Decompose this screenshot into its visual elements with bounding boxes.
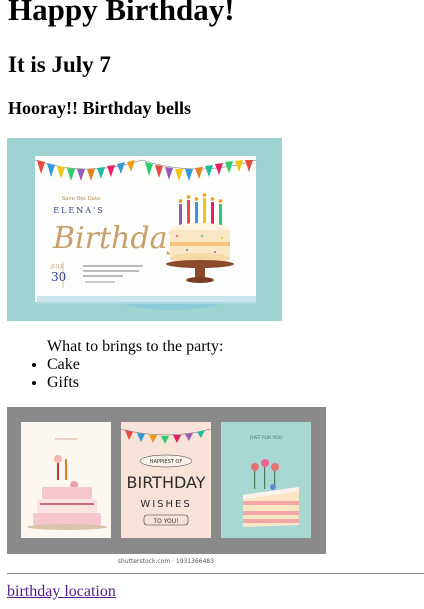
card2-sub-text: WISHES [140,499,191,510]
birthday-cards-image: shutterstock.com · 1931366483 HAPPIEST O… [7,407,326,566]
card-birthday-wishes: HAPPIEST OF BIRTHDAY WISHES TO YOU! [120,422,212,538]
card2-bottom-text: TO YOU! [152,518,178,525]
party-items-list: Cake Gifts [30,356,80,392]
party-intro-text: What to brings to the party: [47,338,224,355]
card-cake-slice: JUST FOR YOU [221,422,311,538]
invitation-caption: Save the Date [61,196,100,202]
list-item: Cake [47,356,80,374]
card2-top-text: HAPPIEST OF [150,459,183,465]
date-heading: It is July 7 [8,52,111,77]
birthday-location-link[interactable]: birthday location [7,583,116,601]
invitation-name: ELENA'S [53,206,104,215]
list-item: Gifts [47,374,80,392]
page-title: Happy Birthday! [8,0,235,27]
horizontal-rule [7,573,424,574]
invitation-script: Birthday [52,221,185,256]
watermark-text: shutterstock.com · 1931366483 [118,558,214,565]
card-cake [21,422,111,538]
subtitle-heading: Hooray!! Birthday bells [8,98,191,118]
invitation-day: 30 [51,270,66,284]
card2-main-text: BIRTHDAY [127,473,206,492]
card3-caption: JUST FOR YOU [249,435,282,441]
birthday-invitation-image: Save the Date ELENA'S Birthday JULY 30 [7,138,282,321]
